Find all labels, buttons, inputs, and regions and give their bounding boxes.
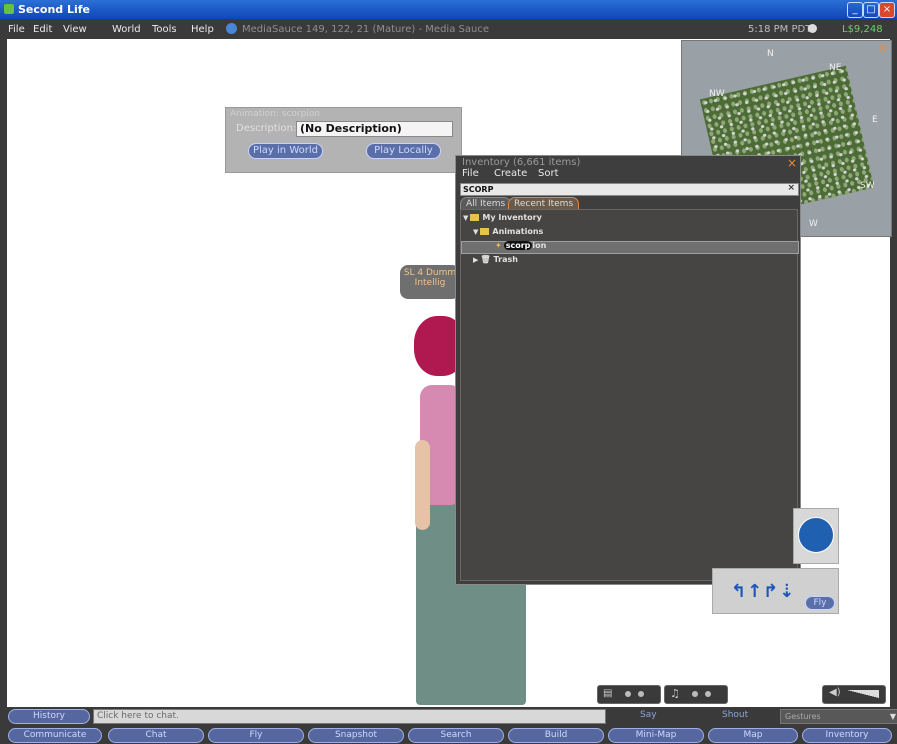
- mini-map-button[interactable]: Mini-Map: [608, 728, 704, 743]
- camera-controls[interactable]: [793, 508, 839, 564]
- volume-controls[interactable]: ◀): [822, 685, 886, 704]
- expand-arrow-icon[interactable]: ▼: [473, 228, 478, 236]
- menubar: File Edit View World Tools Help MediaSau…: [0, 19, 897, 39]
- media-play-icon[interactable]: [625, 691, 631, 697]
- inventory-close-icon[interactable]: ×: [787, 156, 797, 170]
- tree-row-scorpion[interactable]: ✦ scorp ion: [495, 241, 546, 250]
- name-tag-line-1: SL 4 Dumm: [403, 268, 457, 278]
- say-button[interactable]: Say: [640, 710, 657, 720]
- tree-label-my-inventory: My Inventory: [482, 213, 542, 222]
- chat-input[interactable]: Click here to chat.: [93, 709, 606, 724]
- chat-bar: History Click here to chat. Say Shout Ge…: [0, 707, 897, 725]
- maximize-button[interactable]: □: [863, 2, 879, 18]
- inventory-menu-sort[interactable]: Sort: [538, 168, 559, 179]
- bottom-toolbar: Communicate Chat Fly Snapshot Search Bui…: [0, 725, 897, 744]
- description-field[interactable]: (No Description): [296, 121, 453, 137]
- search-match-highlight: scorp: [503, 241, 533, 250]
- window-frame-left: [0, 39, 7, 709]
- speaker-icon[interactable]: ◀): [829, 687, 841, 698]
- tree-label-scorpion-rest: ion: [532, 241, 547, 250]
- inventory-window: Inventory (6,661 items) × File Create So…: [455, 155, 801, 585]
- animation-preview-panel: Animation: scorpion Description: (No Des…: [225, 107, 462, 173]
- minimap-north-label: N: [767, 49, 774, 59]
- music-note-icon[interactable]: ♫: [670, 687, 680, 700]
- minimap-nw-label: NW: [709, 89, 725, 99]
- window-title: Second Life: [18, 3, 91, 16]
- description-label: Description:: [236, 123, 297, 134]
- inventory-menu-create[interactable]: Create: [494, 168, 527, 179]
- music-play-icon[interactable]: [692, 691, 698, 697]
- menu-help[interactable]: Help: [191, 24, 214, 35]
- shout-button[interactable]: Shout: [722, 710, 748, 720]
- play-in-world-button[interactable]: Play in World: [248, 143, 323, 159]
- minimap-east-label: E: [872, 115, 878, 125]
- movement-controls: ↰↑↱⇣ Fly: [712, 568, 839, 614]
- build-button[interactable]: Build: [508, 728, 604, 743]
- communicate-button[interactable]: Communicate: [8, 728, 102, 743]
- search-button[interactable]: Search: [408, 728, 504, 743]
- folder-icon: [470, 214, 480, 221]
- camera-orbit-icon[interactable]: [798, 517, 834, 553]
- play-locally-button[interactable]: Play Locally: [366, 143, 441, 159]
- chevron-down-icon: ▼: [889, 712, 896, 721]
- balance-text[interactable]: L$9,248: [842, 24, 883, 35]
- inventory-tree: ▼ My Inventory ▼ Animations ✦ scorp ion ▶ 🗑 Tr…: [460, 209, 799, 581]
- media-controls[interactable]: ▤: [597, 685, 661, 704]
- menu-view[interactable]: View: [63, 24, 87, 35]
- chat-button[interactable]: Chat: [108, 728, 204, 743]
- minimap-close-icon[interactable]: ×: [878, 41, 888, 55]
- inventory-title: Inventory (6,661 items): [462, 157, 581, 168]
- tree-label-animations: Animations: [492, 227, 544, 236]
- clock-text: 5:18 PM PDT: [748, 24, 812, 35]
- avatar-arm: [415, 440, 430, 530]
- animation-panel-header: Animation: scorpion: [230, 109, 321, 119]
- history-button[interactable]: History: [8, 709, 90, 724]
- inventory-search-value: SCORP: [463, 185, 494, 194]
- folder-icon: [480, 228, 490, 235]
- minimap-west-label: W: [809, 219, 818, 229]
- buy-currency-icon[interactable]: [808, 24, 817, 33]
- inventory-search-input[interactable]: SCORP ×: [460, 183, 799, 196]
- avatar-name-tag: SL 4 Dumm Intellig: [400, 265, 460, 299]
- movement-arrows-icon[interactable]: ↰↑↱⇣: [731, 581, 795, 602]
- inventory-button[interactable]: Inventory: [802, 728, 892, 743]
- menu-edit[interactable]: Edit: [33, 24, 52, 35]
- minimize-button[interactable]: _: [847, 2, 863, 18]
- app-icon: [4, 4, 14, 14]
- media-icon[interactable]: ▤: [603, 688, 612, 699]
- fly-button[interactable]: Fly: [805, 596, 835, 610]
- minimap-sw-label: SW: [860, 181, 875, 191]
- trash-icon: 🗑: [480, 255, 491, 264]
- map-button[interactable]: Map: [708, 728, 798, 743]
- menu-tools[interactable]: Tools: [152, 24, 177, 35]
- tree-row-trash[interactable]: ▶ 🗑 Trash: [473, 255, 518, 264]
- fly-toolbar-button[interactable]: Fly: [208, 728, 304, 743]
- expand-arrow-icon[interactable]: ▼: [463, 214, 468, 222]
- collapse-arrow-icon[interactable]: ▶: [473, 256, 478, 264]
- media-stop-icon[interactable]: [638, 691, 644, 697]
- tree-row-animations[interactable]: ▼ Animations: [473, 227, 543, 236]
- inventory-menu-file[interactable]: File: [462, 168, 479, 179]
- location-text: MediaSauce 149, 122, 21 (Mature) - Media…: [242, 24, 489, 35]
- tree-row-my-inventory[interactable]: ▼ My Inventory: [463, 213, 542, 222]
- minimap-ne-label: NE: [829, 63, 842, 73]
- music-controls[interactable]: ♫: [664, 685, 728, 704]
- window-titlebar: Second Life _ □ ×: [0, 0, 897, 19]
- tree-label-trash: Trash: [493, 255, 518, 264]
- animation-icon: ✦: [495, 241, 502, 250]
- menu-file[interactable]: File: [8, 24, 25, 35]
- name-tag-line-2: Intellig: [414, 278, 446, 288]
- gestures-dropdown[interactable]: Gestures ▼: [780, 709, 897, 724]
- location-globe-icon[interactable]: [226, 23, 237, 34]
- clear-search-icon[interactable]: ×: [787, 183, 795, 194]
- music-stop-icon[interactable]: [705, 691, 711, 697]
- menu-world[interactable]: World: [112, 24, 141, 35]
- close-button[interactable]: ×: [879, 2, 895, 18]
- snapshot-button[interactable]: Snapshot: [308, 728, 404, 743]
- gestures-value: Gestures: [785, 712, 821, 721]
- volume-slider[interactable]: [847, 690, 879, 698]
